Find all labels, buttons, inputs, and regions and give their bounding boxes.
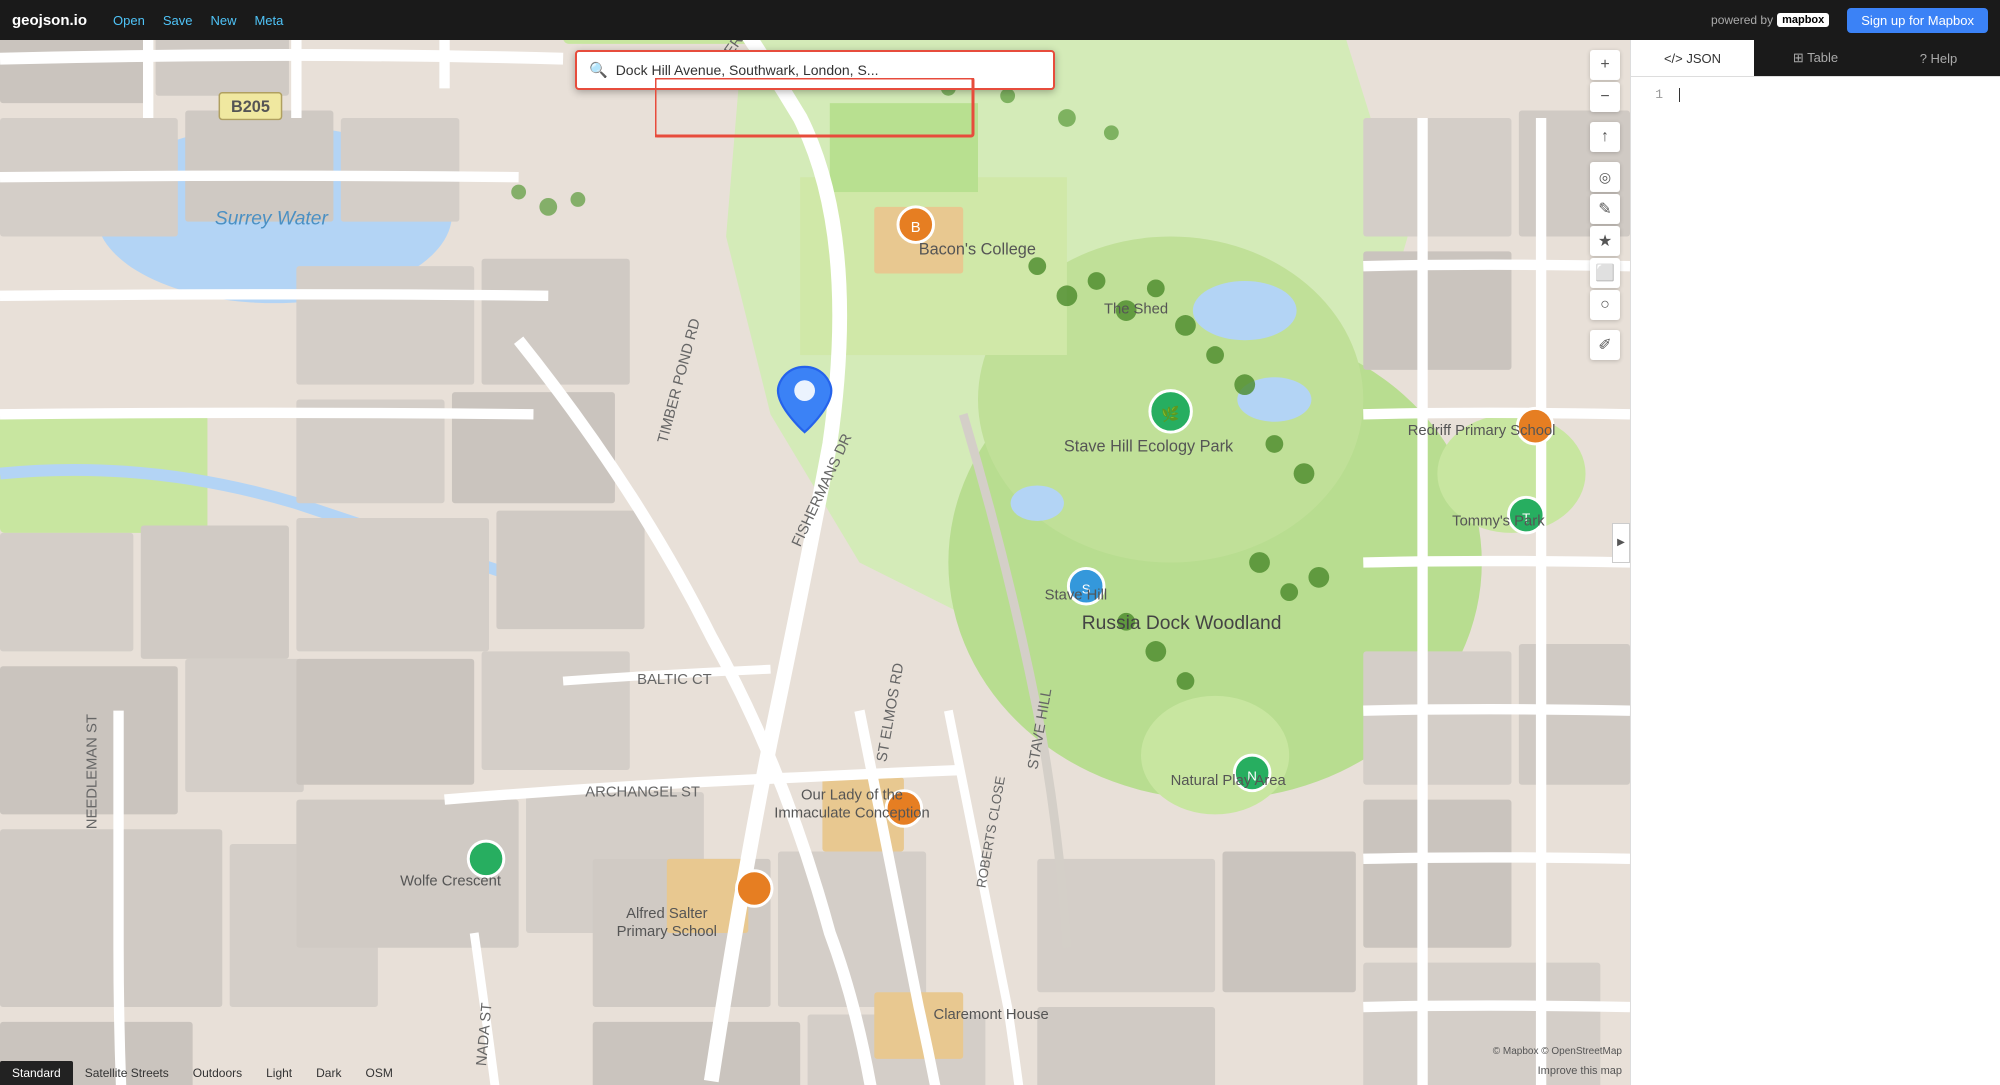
editor-cursor-line bbox=[1671, 85, 1688, 105]
svg-text:Surrey Water: Surrey Water bbox=[215, 209, 330, 230]
draw-circle-button[interactable]: ○ bbox=[1590, 290, 1620, 320]
reset-north-button[interactable]: ↑ bbox=[1590, 122, 1620, 152]
scroll-right-arrow[interactable]: ▶ bbox=[1612, 523, 1630, 563]
svg-text:B: B bbox=[911, 220, 921, 236]
svg-text:Redriff Primary School: Redriff Primary School bbox=[1408, 423, 1556, 439]
draw-point-button[interactable]: ✎ bbox=[1590, 194, 1620, 224]
tab-json[interactable]: </> JSON bbox=[1631, 40, 1754, 76]
svg-text:Stave Hill: Stave Hill bbox=[1045, 588, 1108, 604]
svg-text:Alfred Salter: Alfred Salter bbox=[626, 906, 707, 922]
search-overlay: 🔍 bbox=[575, 50, 1055, 90]
svg-text:Our Lady of the: Our Lady of the bbox=[801, 788, 903, 804]
svg-text:Primary School: Primary School bbox=[617, 924, 717, 940]
top-navigation: geojson.io Open Save New Meta powered by… bbox=[0, 0, 2000, 40]
map-area[interactable]: 🌳 B 🌿 T S N bbox=[0, 40, 1630, 1085]
svg-text:Claremont House: Claremont House bbox=[934, 1007, 1049, 1023]
powered-by-label: powered by mapbox bbox=[1711, 13, 1829, 27]
cursor bbox=[1679, 88, 1680, 102]
json-editor[interactable]: 1 bbox=[1631, 77, 2000, 1085]
draw-star-button[interactable]: ★ bbox=[1590, 226, 1620, 256]
svg-text:Immaculate Conception: Immaculate Conception bbox=[774, 805, 929, 821]
nav-new[interactable]: New bbox=[210, 13, 236, 28]
svg-text:NEEDLEMAN ST: NEEDLEMAN ST bbox=[84, 714, 100, 829]
svg-text:ARCHANGEL ST: ARCHANGEL ST bbox=[585, 785, 700, 801]
zoom-in-button[interactable]: + bbox=[1590, 50, 1620, 80]
edit-button[interactable]: ✐ bbox=[1590, 330, 1620, 360]
svg-text:Stave Hill Ecology Park: Stave Hill Ecology Park bbox=[1064, 437, 1234, 455]
map-style-tabs: Standard Satellite Streets Outdoors Ligh… bbox=[0, 1061, 405, 1085]
line-number-1: 1 bbox=[1631, 85, 1671, 105]
svg-text:BALTIC CT: BALTIC CT bbox=[637, 672, 712, 688]
app-logo: geojson.io bbox=[12, 12, 87, 29]
panel-tabs: </> JSON ⊞ Table ? Help bbox=[1631, 40, 2000, 77]
tab-help[interactable]: ? Help bbox=[1877, 40, 2000, 76]
style-tab-osm[interactable]: OSM bbox=[353, 1061, 404, 1085]
right-panel: </> JSON ⊞ Table ? Help 1 bbox=[1630, 40, 2000, 1085]
svg-text:B205: B205 bbox=[231, 98, 270, 116]
signup-button[interactable]: Sign up for Mapbox bbox=[1847, 8, 1988, 33]
search-input[interactable] bbox=[616, 62, 1041, 78]
draw-rectangle-button[interactable]: ⬜ bbox=[1590, 258, 1620, 288]
improve-map-link[interactable]: Improve this map bbox=[1538, 1065, 1622, 1077]
map-canvas: 🌳 B 🌿 T S N bbox=[0, 40, 1630, 1085]
search-icon: 🔍 bbox=[589, 61, 608, 79]
style-tab-dark[interactable]: Dark bbox=[304, 1061, 353, 1085]
svg-text:Russia Dock Woodland: Russia Dock Woodland bbox=[1082, 613, 1282, 634]
nav-meta[interactable]: Meta bbox=[254, 13, 283, 28]
nav-save[interactable]: Save bbox=[163, 13, 193, 28]
svg-text:The Shed: The Shed bbox=[1104, 302, 1168, 318]
svg-text:🌿: 🌿 bbox=[1161, 405, 1179, 423]
geolocate-button[interactable]: ◎ bbox=[1590, 162, 1620, 192]
main-layout: 🌳 B 🌿 T S N bbox=[0, 40, 2000, 1085]
style-tab-light[interactable]: Light bbox=[254, 1061, 304, 1085]
map-attribution: © Mapbox © OpenStreetMap bbox=[1493, 1046, 1622, 1057]
style-tab-satellite[interactable]: Satellite Streets bbox=[73, 1061, 181, 1085]
style-tab-standard[interactable]: Standard bbox=[0, 1061, 73, 1085]
zoom-out-button[interactable]: − bbox=[1590, 82, 1620, 112]
svg-text:Wolfe Crescent: Wolfe Crescent bbox=[400, 874, 501, 890]
nav-open[interactable]: Open bbox=[113, 13, 145, 28]
tab-table[interactable]: ⊞ Table bbox=[1754, 40, 1877, 76]
svg-text:Bacon's College: Bacon's College bbox=[919, 240, 1036, 258]
map-tools-panel: + − ↑ ◎ ✎ ★ ⬜ ○ ✐ bbox=[1590, 50, 1620, 360]
svg-text:Tommy's Park: Tommy's Park bbox=[1452, 513, 1545, 529]
svg-text:Natural Play Area: Natural Play Area bbox=[1171, 773, 1287, 789]
mapbox-logo: mapbox bbox=[1777, 13, 1829, 27]
style-tab-outdoors[interactable]: Outdoors bbox=[181, 1061, 254, 1085]
search-bar: 🔍 bbox=[575, 50, 1055, 90]
